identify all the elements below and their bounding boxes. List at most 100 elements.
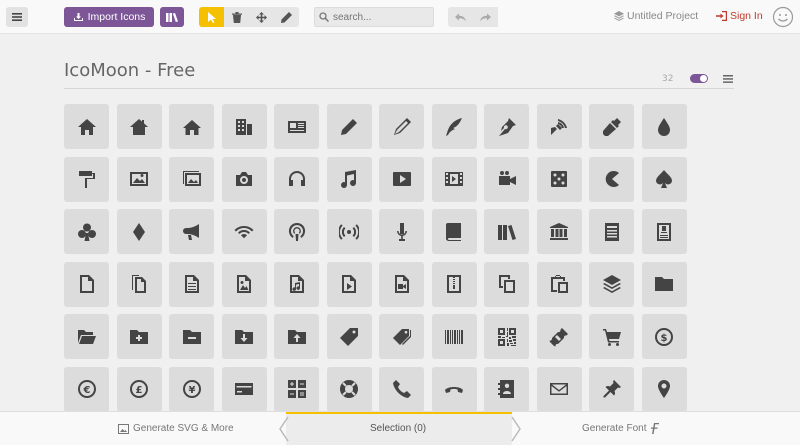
redo-button[interactable]	[473, 7, 498, 27]
icon-tile-video-camera[interactable]	[484, 156, 529, 202]
main-menu-button[interactable]	[6, 7, 28, 27]
icon-tile-phone-hang-up[interactable]	[431, 366, 477, 412]
icon-tile-calculator[interactable]	[274, 366, 319, 412]
icon-tile-ticket[interactable]	[536, 314, 582, 359]
icon-tile-barcode[interactable]	[431, 314, 477, 359]
icon-tile-dice[interactable]	[536, 156, 582, 202]
icon-tile-coin-dollar[interactable]	[641, 314, 687, 359]
icon-tile-coin-euro[interactable]	[64, 366, 109, 412]
icon-tile-folder-minus[interactable]	[169, 314, 214, 359]
icon-tile-headphones[interactable]	[274, 156, 319, 202]
icon-tile-stack[interactable]	[589, 261, 634, 307]
files-empty-icon	[129, 274, 149, 294]
icon-tile-connection[interactable]	[221, 209, 267, 254]
icon-tile-play[interactable]	[379, 156, 424, 202]
icon-tile-location[interactable]	[641, 366, 687, 412]
icon-tile-image[interactable]	[116, 156, 162, 202]
icon-tile-phone[interactable]	[379, 366, 424, 412]
icon-tile-file-text[interactable]	[589, 209, 634, 254]
icon-tile-diamonds[interactable]	[116, 209, 162, 254]
selection-count[interactable]: Selection (0)	[370, 423, 426, 434]
icon-tile-credit-card[interactable]	[221, 366, 267, 412]
icon-tile-profile[interactable]	[641, 209, 687, 254]
edit-tools	[199, 7, 299, 27]
icon-tile-spades[interactable]	[641, 156, 687, 202]
spades-icon	[654, 169, 674, 189]
icon-tile-file-empty[interactable]	[64, 261, 109, 307]
icon-tile-podcast[interactable]	[274, 209, 319, 254]
icon-tile-office[interactable]	[221, 104, 267, 149]
set-toggle[interactable]	[690, 74, 708, 83]
avatar-smiley-icon[interactable]	[772, 6, 794, 28]
icon-tile-clubs[interactable]	[64, 209, 109, 254]
icon-tile-home2[interactable]	[116, 104, 162, 149]
icon-tile-library[interactable]	[536, 209, 582, 254]
icon-tile-cart[interactable]	[589, 314, 634, 359]
move-tool[interactable]	[249, 7, 274, 27]
icon-tile-books[interactable]	[484, 209, 529, 254]
icon-library-button[interactable]	[160, 7, 184, 27]
project-selector[interactable]: Untitled Project	[614, 10, 698, 22]
icon-tile-envelop[interactable]	[536, 366, 582, 412]
icon-tile-address-book[interactable]	[484, 366, 529, 412]
icon-tile-paint-format[interactable]	[64, 156, 109, 202]
sign-in-link[interactable]: Sign In	[716, 10, 763, 22]
icon-tile-file-zip[interactable]	[431, 261, 477, 307]
icon-tile-droplet[interactable]	[641, 104, 687, 149]
icon-tile-lifebuoy[interactable]	[326, 366, 372, 412]
delete-tool[interactable]	[224, 7, 249, 27]
icon-tile-pacman[interactable]	[589, 156, 634, 202]
import-icons-button[interactable]: Import Icons	[64, 7, 154, 27]
video-camera-icon	[497, 169, 517, 189]
icon-tile-bullhorn[interactable]	[169, 209, 214, 254]
icon-tile-quill[interactable]	[431, 104, 477, 149]
coin-pound-icon	[129, 379, 149, 399]
icon-tile-pencil2[interactable]	[379, 104, 424, 149]
icon-tile-eyedropper[interactable]	[589, 104, 634, 149]
icon-tile-camera[interactable]	[221, 156, 267, 202]
icon-tile-file-text2[interactable]	[169, 261, 214, 307]
icon-tile-feed[interactable]	[326, 209, 372, 254]
set-menu-icon[interactable]	[722, 73, 734, 85]
icon-tile-home3[interactable]	[169, 104, 214, 149]
search-box[interactable]	[314, 7, 434, 27]
select-tool[interactable]	[199, 7, 224, 27]
icon-tile-images[interactable]	[169, 156, 214, 202]
undo-button[interactable]	[448, 7, 473, 27]
icon-tile-folder-download[interactable]	[221, 314, 267, 359]
icon-tile-pencil[interactable]	[326, 104, 372, 149]
icon-tile-qrcode[interactable]	[484, 314, 529, 359]
icon-tile-paste[interactable]	[536, 261, 582, 307]
edit-tool[interactable]	[274, 7, 299, 27]
generate-svg-button[interactable]: Generate SVG & More	[118, 423, 234, 434]
icon-tile-coin-yen[interactable]	[169, 366, 214, 412]
icon-tile-blog[interactable]	[536, 104, 582, 149]
icon-tile-price-tags[interactable]	[379, 314, 424, 359]
icon-tile-folder[interactable]	[641, 261, 687, 307]
generate-font-button[interactable]: Generate Font	[582, 423, 660, 434]
icon-tile-folder-upload[interactable]	[274, 314, 319, 359]
icon-tile-pen[interactable]	[484, 104, 529, 149]
icon-tile-film[interactable]	[431, 156, 477, 202]
eyedropper-icon	[602, 117, 622, 137]
icon-tile-file-play[interactable]	[326, 261, 372, 307]
icon-tile-folder-plus[interactable]	[116, 314, 162, 359]
icon-tile-coin-pound[interactable]	[116, 366, 162, 412]
icon-tile-book[interactable]	[431, 209, 477, 254]
cursor-icon	[207, 11, 216, 23]
icon-tile-music[interactable]	[326, 156, 372, 202]
icon-tile-file-picture[interactable]	[221, 261, 267, 307]
icon-tile-newspaper[interactable]	[274, 104, 319, 149]
icon-tile-copy[interactable]	[484, 261, 529, 307]
search-input[interactable]	[333, 11, 428, 23]
icon-tile-price-tag[interactable]	[326, 314, 372, 359]
icon-tile-file-music[interactable]	[274, 261, 319, 307]
location-icon	[654, 379, 674, 399]
icon-tile-mic[interactable]	[379, 209, 424, 254]
icon-tile-pushpin[interactable]	[589, 366, 634, 412]
file-text-icon	[602, 222, 622, 242]
icon-tile-folder-open[interactable]	[64, 314, 109, 359]
icon-tile-file-video[interactable]	[379, 261, 424, 307]
icon-tile-files-empty[interactable]	[116, 261, 162, 307]
icon-tile-home[interactable]	[64, 104, 109, 149]
